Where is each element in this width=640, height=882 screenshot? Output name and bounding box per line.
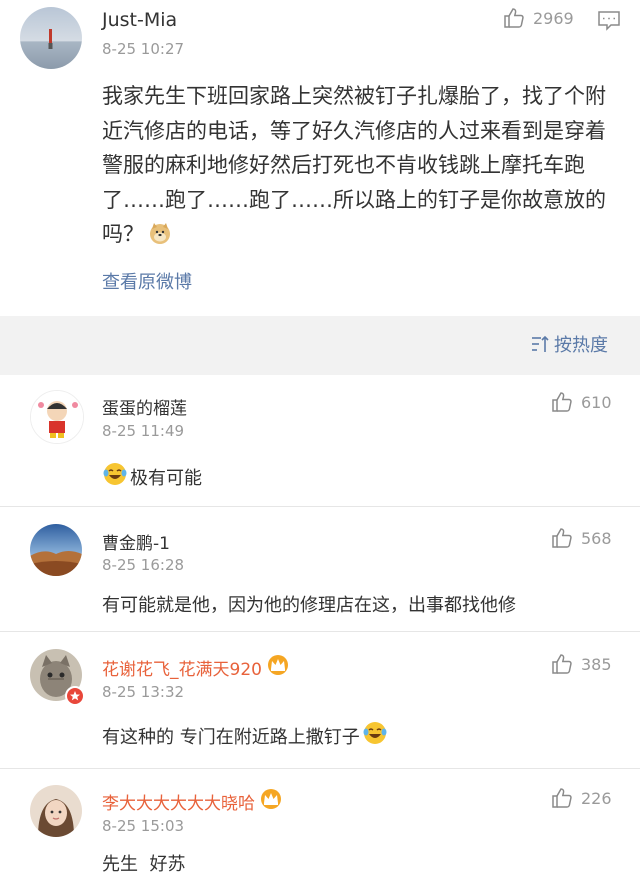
comment-item: 花谢花飞_花满天920 8-25 13:32 385 有这种的 专门在附近路上撒…: [0, 632, 640, 768]
comment-body: 有可能就是他，因为他的修理店在这，出事都找他修: [102, 595, 516, 616]
post-like-button[interactable]: 2969: [502, 6, 574, 30]
comment-time: 8-25 11:49: [102, 422, 185, 440]
commenter-name-text: 花谢花飞_花满天920: [102, 660, 262, 680]
comment-like-count: 226: [581, 788, 612, 808]
comment-text: 有这种的 专门在附近路上撒钉子: [102, 720, 388, 751]
commenter-name-text: 李大大大大大大晓哈: [102, 794, 255, 814]
comment-text: 有可能就是他，因为他的修理店在这，出事都找他修: [102, 591, 516, 617]
post-author-avatar[interactable]: [20, 7, 82, 69]
comment-like-count: 385: [581, 654, 612, 674]
comment-like-count: 610: [581, 392, 612, 412]
commenter-name[interactable]: 李大大大大大大晓哈: [102, 788, 283, 815]
comment-like-button[interactable]: 568: [550, 526, 612, 550]
comment-item: 曹金鹏-1 8-25 16:28 568 有可能就是他，因为他的修理店在这，出事…: [0, 507, 640, 631]
comment-like-button[interactable]: 226: [550, 786, 612, 810]
comment-item: 蛋蛋的榴莲 8-25 11:49 610 极有可能: [0, 375, 640, 506]
commenter-name[interactable]: 蛋蛋的榴莲: [102, 394, 187, 419]
comment-like-button[interactable]: 610: [550, 390, 612, 414]
vip-crown-icon: [266, 654, 290, 681]
view-original-link[interactable]: 查看原微博: [102, 268, 192, 294]
thumbs-up-icon: [552, 528, 572, 548]
main-post: Just-Mia 8-25 10:27 2969 我家先生下班回家路上突然被钉子…: [0, 0, 640, 316]
comment-time: 8-25 13:32: [102, 683, 185, 701]
commenter-name[interactable]: 曹金鹏-1: [102, 529, 170, 554]
post-time: 8-25 10:27: [102, 40, 185, 58]
thumbs-up-icon: [552, 392, 572, 412]
comment-time: 8-25 16:28: [102, 556, 185, 574]
post-author-name[interactable]: Just-Mia: [102, 9, 177, 31]
commenter-name[interactable]: 花谢花飞_花满天920: [102, 654, 290, 681]
thumbs-up-icon: [552, 654, 572, 674]
post-text: 我家先生下班回家路上突然被钉子扎爆胎了，找了个附近汽修店的电话，等了好久汽修店的…: [102, 79, 622, 256]
laugh-cry-emoji: [102, 461, 128, 492]
comment-body: 极有可能: [130, 467, 202, 489]
post-body: 我家先生下班回家路上突然被钉子扎爆胎了，找了个附近汽修店的电话，等了好久汽修店的…: [102, 84, 606, 246]
laugh-cry-emoji: [362, 720, 388, 751]
sort-by-hot-button[interactable]: 按热度: [530, 331, 608, 357]
commenter-avatar[interactable]: [30, 524, 82, 576]
comment-item: 李大大大大大大晓哈 8-25 15:03 226 先生 好苏: [0, 769, 640, 882]
comment-like-button[interactable]: 385: [550, 652, 612, 676]
comment-body: 先生 好苏: [102, 854, 186, 875]
thumbs-up-icon: [504, 8, 524, 28]
sort-label: 按热度: [554, 335, 608, 356]
commenter-avatar[interactable]: [30, 390, 84, 444]
comment-body: 有这种的 专门在附近路上撒钉子: [102, 726, 360, 748]
commenter-avatar[interactable]: [30, 785, 82, 837]
thumbs-up-icon: [552, 788, 572, 808]
comment-text: 极有可能: [102, 461, 202, 492]
comment-text: 先生 好苏: [102, 850, 185, 876]
doge-emoji: [148, 221, 172, 256]
verified-badge: [65, 686, 85, 706]
sort-icon: [532, 335, 549, 352]
vip-crown-icon: [259, 788, 283, 815]
post-like-count: 2969: [533, 8, 574, 28]
comment-like-count: 568: [581, 528, 612, 548]
comment-time: 8-25 15:03: [102, 817, 185, 835]
comment-icon[interactable]: [597, 10, 621, 36]
